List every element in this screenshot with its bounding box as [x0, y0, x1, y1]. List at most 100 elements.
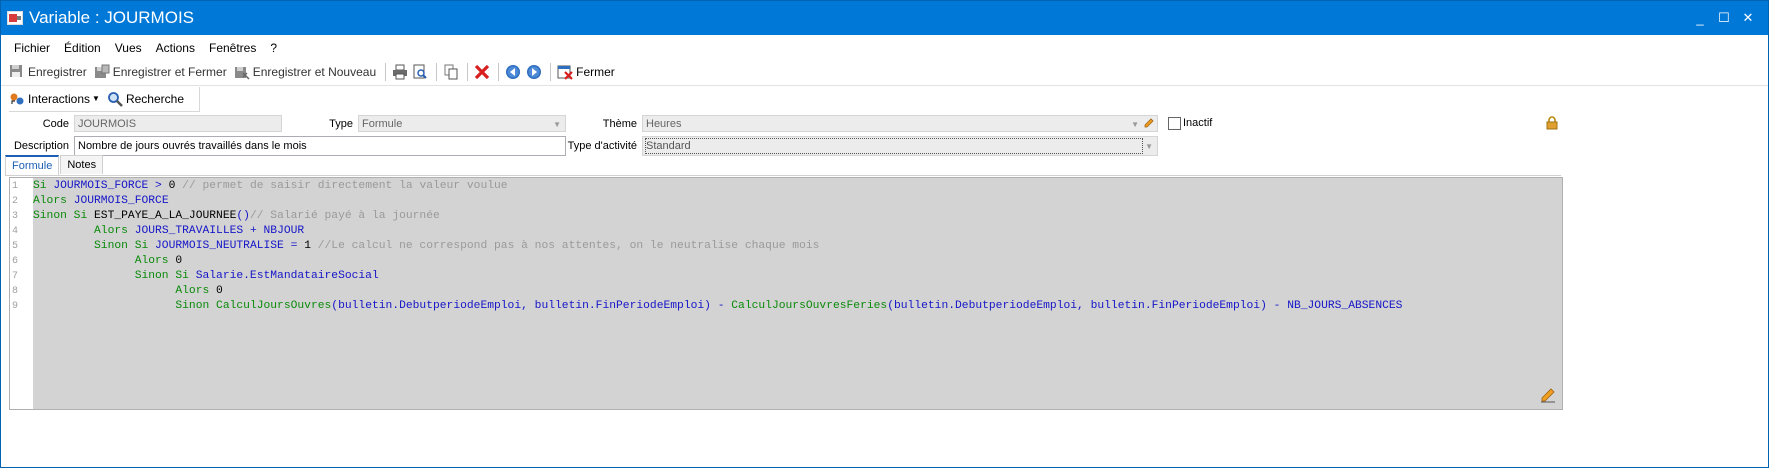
code-line[interactable]: 7 Sinon Si Salarie.EstMandataireSocial: [10, 269, 1402, 284]
code-text: Alors JOURMOIS_FORCE: [33, 194, 169, 209]
code-line[interactable]: 2 Alors JOURMOIS_FORCE: [10, 194, 1402, 209]
code-token: >: [148, 180, 169, 192]
code-token: JOURMOIS_NEUTRALISE =: [155, 240, 305, 252]
code-line[interactable]: 9 Sinon CalculJoursOuvres(bulletin.Debut…: [10, 299, 1402, 314]
code-token: CalculJoursOuvresFeries: [731, 300, 888, 312]
close-doc-icon: [557, 64, 573, 80]
line-number: 7: [10, 269, 33, 284]
code-text: Alors JOURS_TRAVAILLES + NBJOUR: [33, 224, 304, 239]
save-new-icon: [234, 64, 250, 80]
save-new-button[interactable]: Enregistrer et Nouveau: [234, 64, 376, 80]
title-bar: Variable : JOURMOIS _ ☐ ✕: [1, 1, 1768, 35]
print-icon[interactable]: [392, 64, 408, 80]
activity-type-value: Standard: [645, 138, 1143, 154]
code-label: Code: [42, 118, 69, 130]
code-token: 0: [175, 255, 183, 267]
theme-select[interactable]: Heures ▼: [642, 115, 1158, 132]
code-token: JOURMOIS_FORCE: [73, 195, 169, 207]
edit-pencil-icon[interactable]: [1143, 117, 1155, 135]
menu-actions[interactable]: Actions: [156, 41, 195, 55]
menu-fichier[interactable]: Fichier: [14, 41, 50, 55]
code-text: Alors 0: [33, 254, 182, 269]
code-token: CalculJoursOuvres: [216, 300, 332, 312]
chevron-down-icon: ▼: [553, 120, 561, 129]
code-text: Sinon Si EST_PAYE_A_LA_JOURNEE()// Salar…: [33, 209, 440, 224]
code-line[interactable]: 4 Alors JOURS_TRAVAILLES + NBJOUR: [10, 224, 1402, 239]
line-number: 8: [10, 284, 33, 299]
activity-type-select[interactable]: Standard ▼: [642, 136, 1158, 156]
floppy-icon: [9, 64, 25, 80]
tab-notes[interactable]: Notes: [60, 155, 104, 174]
close-window-button[interactable]: ✕: [1736, 10, 1760, 26]
code-text: Alors 0: [33, 284, 223, 299]
line-number: 3: [10, 209, 33, 224]
code-token: Alors: [33, 285, 217, 297]
minimize-button[interactable]: _: [1688, 11, 1712, 26]
code-line[interactable]: 5 Sinon Si JOURMOIS_NEUTRALISE = 1 //Le …: [10, 239, 1402, 254]
line-number: 4: [10, 224, 33, 239]
code-area[interactable]: 1 Si JOURMOIS_FORCE > 0 // permet de sais…: [10, 179, 1402, 314]
code-token: Alors: [33, 225, 135, 237]
copy-icon[interactable]: [443, 64, 459, 80]
window-title: Variable : JOURMOIS: [29, 8, 195, 27]
save-close-icon: [94, 64, 110, 80]
close-button[interactable]: Fermer: [557, 64, 615, 80]
toolbar-separator: [467, 63, 469, 81]
save-close-button[interactable]: Enregistrer et Fermer: [94, 64, 227, 80]
code-token: 0: [216, 285, 223, 297]
code-token: // Salarié payé à la journée: [249, 210, 440, 222]
chevron-down-icon: ▼: [1145, 142, 1153, 151]
code-token: Sinon Si: [33, 270, 196, 282]
menu-bar: Fichier Édition Vues Actions Fenêtres ?: [1, 37, 1768, 59]
code-token: JOURS_TRAVAILLES + NBJOUR: [134, 225, 305, 237]
code-token: // permet de saisir directement la valeu…: [175, 180, 508, 192]
code-token: (): [236, 210, 250, 222]
code-text: Sinon CalculJoursOuvres(bulletin.Debutpe…: [33, 299, 1402, 314]
menu-help[interactable]: ?: [270, 41, 277, 55]
code-token: Sinon: [33, 300, 217, 312]
secondary-toolbar: Interactions ▼ Recherche: [1, 86, 1768, 112]
search-icon: [107, 91, 123, 107]
menu-edition[interactable]: Édition: [64, 41, 101, 55]
line-number: 9: [10, 299, 33, 314]
code-line[interactable]: 1 Si JOURMOIS_FORCE > 0 // permet de sais…: [10, 179, 1402, 194]
code-token: (bulletin.DebutperiodeEmploi, bulletin.F…: [331, 300, 732, 312]
code-token: EST_PAYE_A_LA_JOURNEE: [94, 210, 237, 222]
delete-icon[interactable]: [474, 64, 490, 80]
next-icon[interactable]: [526, 64, 542, 80]
previous-icon[interactable]: [505, 64, 521, 80]
code-line[interactable]: 6 Alors 0: [10, 254, 1402, 269]
description-label: Description: [13, 140, 69, 152]
menu-vues[interactable]: Vues: [115, 41, 142, 55]
line-number: 1: [10, 179, 33, 194]
interactions-button[interactable]: Interactions ▼: [9, 91, 100, 107]
inactive-checkbox[interactable]: [1168, 117, 1181, 130]
secondary-toolbar-group: Interactions ▼ Recherche: [9, 86, 200, 112]
code-text: Sinon Si JOURMOIS_NEUTRALISE = 1 //Le ca…: [33, 239, 819, 254]
code-line[interactable]: 8 Alors 0: [10, 284, 1402, 299]
tab-formule[interactable]: Formule: [5, 155, 60, 176]
interactions-icon: [9, 91, 25, 107]
code-field[interactable]: JOURMOIS: [74, 115, 282, 132]
type-select[interactable]: Formule ▼: [358, 115, 566, 132]
search-button[interactable]: Recherche: [107, 91, 184, 107]
activity-type-label: Type d'activité: [567, 140, 637, 152]
menu-fenetres[interactable]: Fenêtres: [209, 41, 256, 55]
line-number: 2: [10, 194, 33, 209]
main-toolbar: Enregistrer Enregistrer et Fermer Enregi…: [1, 59, 1768, 86]
code-token: Sinon Si: [33, 240, 156, 252]
description-field[interactable]: Nombre de jours ouvrés travaillés dans l…: [74, 136, 566, 156]
formula-editor[interactable]: 1 Si JOURMOIS_FORCE > 0 // permet de sais…: [9, 177, 1563, 410]
app-icon: [7, 11, 23, 25]
tab-underline: [5, 175, 1561, 176]
save-button[interactable]: Enregistrer: [9, 64, 87, 80]
code-token: //Le calcul ne correspond pas à nos atte…: [310, 240, 820, 252]
type-label: Type: [329, 118, 353, 130]
print-preview-icon[interactable]: [412, 64, 428, 80]
toolbar-separator: [385, 63, 387, 81]
edit-pencil-icon[interactable]: [1540, 387, 1556, 403]
maximize-button[interactable]: ☐: [1712, 10, 1736, 26]
toolbar-separator: [436, 63, 438, 81]
code-text: Si JOURMOIS_FORCE > 0 // permet de saisi…: [33, 179, 508, 194]
code-line[interactable]: 3 Sinon Si EST_PAYE_A_LA_JOURNEE()// Sala…: [10, 209, 1402, 224]
